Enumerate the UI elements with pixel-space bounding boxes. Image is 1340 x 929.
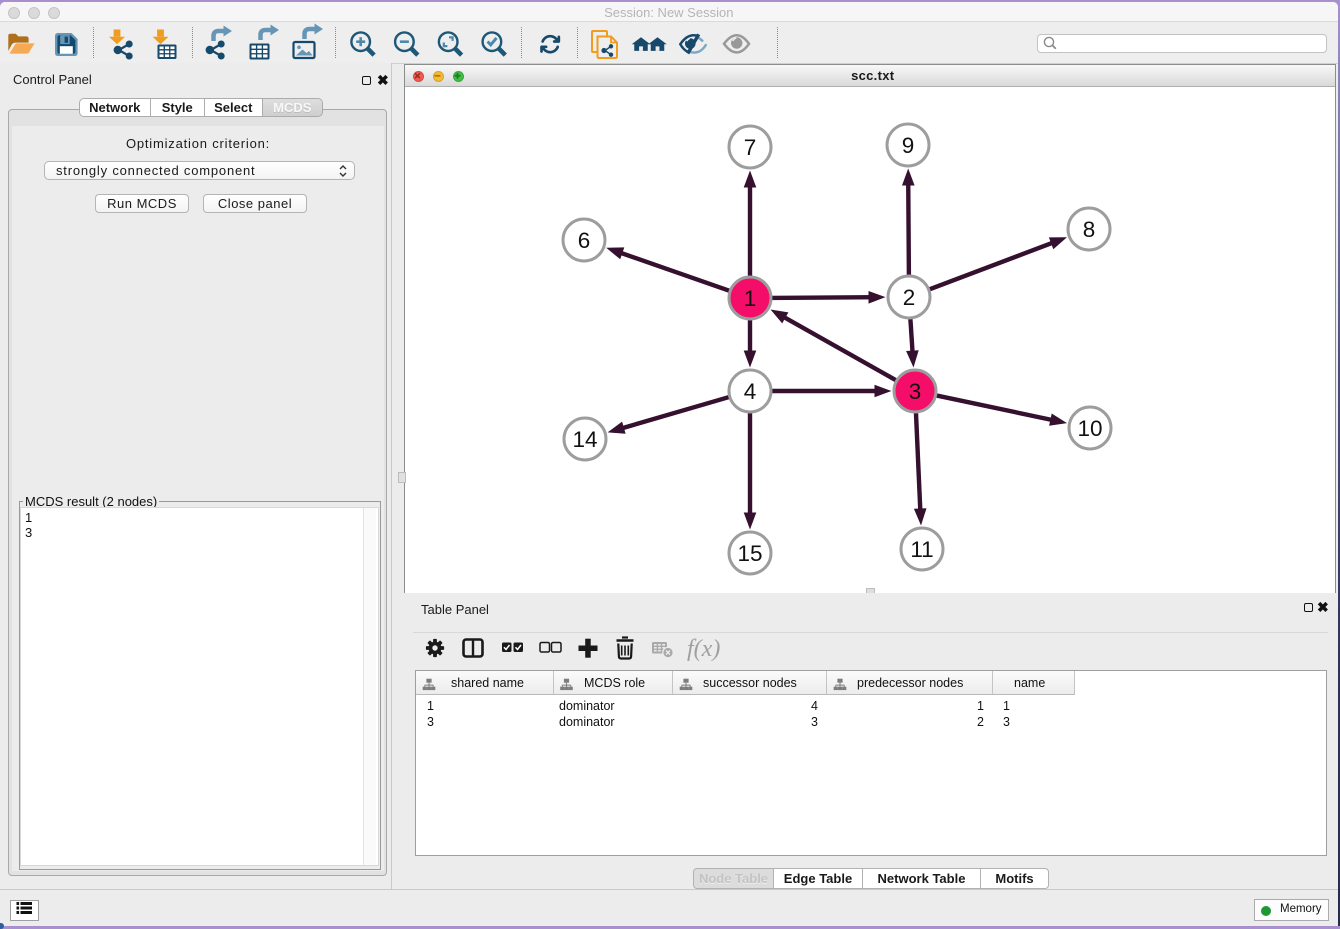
- svg-text:7: 7: [744, 135, 757, 160]
- svg-text:11: 11: [910, 537, 933, 562]
- svg-text:9: 9: [902, 133, 915, 158]
- svg-text:8: 8: [1083, 217, 1096, 242]
- svg-text:6: 6: [578, 228, 591, 253]
- svg-text:3: 3: [909, 379, 922, 404]
- svg-text:14: 14: [572, 427, 597, 452]
- svg-text:10: 10: [1077, 416, 1102, 441]
- svg-text:15: 15: [737, 541, 762, 566]
- svg-text:4: 4: [744, 379, 757, 404]
- svg-text:1: 1: [744, 286, 757, 311]
- svg-text:2: 2: [903, 285, 916, 310]
